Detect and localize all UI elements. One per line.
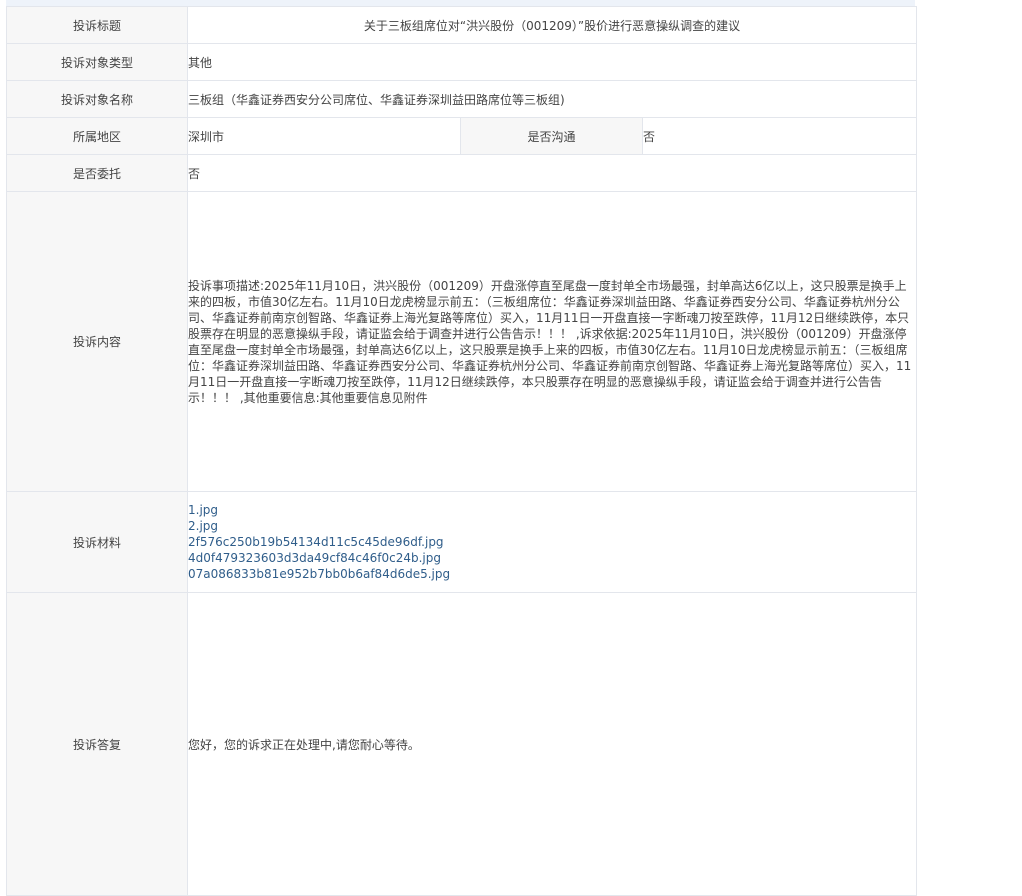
title-label: 投诉标题 xyxy=(6,6,188,44)
target-name-label: 投诉对象名称 xyxy=(6,80,188,118)
communicated-value: 否 xyxy=(642,117,917,155)
attachment-list: 1.jpg 2.jpg 2f576c250b19b54134d11c5c45de… xyxy=(188,502,916,582)
communicated-label: 是否沟通 xyxy=(460,117,643,155)
reply-value: 您好，您的诉求正在处理中,请您耐心等待。 xyxy=(187,592,917,896)
region-label: 所属地区 xyxy=(6,117,188,155)
materials-value: 1.jpg 2.jpg 2f576c250b19b54134d11c5c45de… xyxy=(187,491,917,593)
attachment-link[interactable]: 07a086833b81e952b7bb0b6af84d6de5.jpg xyxy=(188,566,916,582)
row-entrusted: 是否委托 否 xyxy=(6,154,917,192)
target-name-value: 三板组（华鑫证券西安分公司席位、华鑫证券深圳益田路席位等三板组) xyxy=(187,80,917,118)
region-value: 深圳市 xyxy=(187,117,461,155)
row-target-name: 投诉对象名称 三板组（华鑫证券西安分公司席位、华鑫证券深圳益田路席位等三板组) xyxy=(6,80,917,118)
row-target-type: 投诉对象类型 其他 xyxy=(6,43,917,81)
content-label: 投诉内容 xyxy=(6,191,188,492)
reply-label: 投诉答复 xyxy=(6,592,188,896)
complaint-content-text: 投诉事项描述:2025年11月10日，洪兴股份（001209）开盘涨停直至尾盘一… xyxy=(188,278,912,405)
target-type-label: 投诉对象类型 xyxy=(6,43,188,81)
attachment-link[interactable]: 4d0f479323603d3da49cf84c46f0c24b.jpg xyxy=(188,550,916,566)
entrusted-value: 否 xyxy=(187,154,917,192)
row-region: 所属地区 深圳市 是否沟通 否 xyxy=(6,117,917,155)
attachment-link[interactable]: 2.jpg xyxy=(188,518,916,534)
attachment-link[interactable]: 1.jpg xyxy=(188,502,916,518)
entrusted-label: 是否委托 xyxy=(6,154,188,192)
attachment-link[interactable]: 2f576c250b19b54134d11c5c45de96df.jpg xyxy=(188,534,916,550)
row-title: 投诉标题 关于三板组席位对“洪兴股份（001209）”股价进行恶意操纵调查的建议 xyxy=(6,6,917,44)
row-reply: 投诉答复 您好，您的诉求正在处理中,请您耐心等待。 xyxy=(6,592,917,896)
complaint-detail-table: 投诉标题 关于三板组席位对“洪兴股份（001209）”股价进行恶意操纵调查的建议… xyxy=(6,6,917,896)
content-value: 投诉事项描述:2025年11月10日，洪兴股份（001209）开盘涨停直至尾盘一… xyxy=(187,191,917,492)
row-content: 投诉内容 投诉事项描述:2025年11月10日，洪兴股份（001209）开盘涨停… xyxy=(6,191,917,492)
target-type-value: 其他 xyxy=(187,43,917,81)
title-value: 关于三板组席位对“洪兴股份（001209）”股价进行恶意操纵调查的建议 xyxy=(187,6,917,44)
row-materials: 投诉材料 1.jpg 2.jpg 2f576c250b19b54134d11c5… xyxy=(6,491,917,593)
materials-label: 投诉材料 xyxy=(6,491,188,593)
